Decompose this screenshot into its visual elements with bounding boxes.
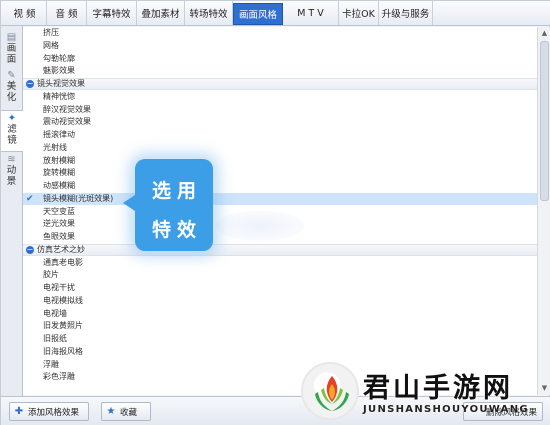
list-item-label: 放射模糊 [43, 155, 75, 165]
list-item-label: 魅影效果 [43, 66, 75, 76]
highlight-glow [215, 211, 305, 241]
side-tab-label: 动景 [6, 165, 17, 187]
wand-icon: ✎ [7, 70, 16, 81]
list-item-label: 旧报纸 [43, 334, 67, 343]
list-item[interactable]: 旧发黄照片 [23, 320, 537, 332]
list-item-label: 震动视觉效果 [43, 117, 91, 127]
effects-panel: 视 频 音 频 字幕特效 叠加素材 转场特效 画面风格 M T V 卡拉OK 升… [0, 0, 550, 425]
vertical-scrollbar[interactable]: ▲ ▼ [537, 27, 550, 395]
favorite-icon: ★ [106, 406, 116, 417]
side-tab-label: 画面 [6, 43, 17, 65]
tab-subtitle-effects[interactable]: 字幕特效 [87, 1, 137, 25]
list-item-label: 通真老电影 [43, 257, 83, 267]
tab-overlay-material[interactable]: 叠加素材 [137, 1, 185, 25]
side-tab-label: 滤镜 [7, 124, 17, 146]
list-item[interactable]: 震动视觉效果 [23, 116, 537, 128]
list-item-label: 电视干扰 [43, 283, 75, 292]
list-item[interactable]: 胶片 [23, 269, 537, 281]
list-item[interactable]: 放射模糊 [23, 155, 537, 167]
tab-karaoke[interactable]: 卡拉OK [339, 1, 379, 25]
list-item-label: 仿真艺术之妙 [37, 244, 85, 254]
list-item-label: 光射线 [43, 142, 67, 152]
tab-video[interactable]: 视 频 [3, 1, 47, 25]
side-tab-label: 美化 [6, 81, 17, 103]
callout-bubble: 选用 特效 [123, 159, 213, 251]
checkmark-icon: ✔ [26, 193, 34, 204]
list-item-label: 精神恍惚 [43, 91, 75, 101]
watermark: 君山手游网 JUNSHANSHOUYOUWANG [297, 356, 550, 425]
tab-audio[interactable]: 音 频 [47, 1, 87, 25]
list-item-label: 镜头模糊(光斑效果) [43, 193, 114, 203]
list-item[interactable]: 通真老电影 [23, 257, 537, 269]
wave-icon: ≋ [7, 154, 16, 165]
top-tab-bar: 视 频 音 频 字幕特效 叠加素材 转场特效 画面风格 M T V 卡拉OK 升… [1, 1, 550, 26]
list-item-label: 彩色浮雕 [43, 372, 75, 382]
list-item[interactable]: 旧报纸 [23, 333, 537, 345]
watermark-title: 君山手游网 [363, 373, 513, 404]
tab-mtv[interactable]: M T V [283, 1, 339, 25]
side-tab-filter[interactable]: ✦ 滤镜 [1, 110, 23, 152]
add-style-effect-label: 添加风格效果 [28, 407, 80, 418]
list-item-label: 旧海报风格 [43, 346, 83, 356]
magic-wand-icon: ✦ [7, 113, 17, 124]
side-tab-motion[interactable]: ≋ 动景 [1, 154, 22, 187]
list-item[interactable]: 电视墙 [23, 308, 537, 320]
add-effect-icon: ✚ [14, 406, 24, 417]
callout-line-1: 选用 [151, 180, 202, 202]
scroll-thumb[interactable] [540, 41, 549, 201]
favorite-label: 收藏 [120, 407, 138, 418]
list-item-label: 胶片 [43, 270, 59, 280]
side-tab-picture[interactable]: ▤ 画面 [1, 32, 22, 65]
collapse-icon[interactable]: − [26, 245, 34, 254]
list-item-label: 逆光效果 [43, 219, 75, 229]
grid-icon: ▤ [6, 32, 17, 43]
list-item-selected[interactable]: ✔ 镜头模糊(光斑效果) [23, 192, 537, 205]
watermark-url: JUNSHANSHOUYOUWANG [363, 404, 529, 415]
side-tab-beautify[interactable]: ✎ 美化 [1, 70, 22, 103]
list-item-label: 摇滚律动 [43, 130, 75, 139]
tab-upgrade-service[interactable]: 升级与服务 [379, 1, 433, 25]
list-item-label: 动感模糊 [43, 181, 75, 190]
list-item[interactable]: 摇滚律动 [23, 129, 537, 141]
collapse-icon[interactable]: − [26, 80, 34, 88]
list-item[interactable]: 旋转模糊 [23, 167, 537, 179]
side-tab-bar: ▤ 画面 ✎ 美化 ✦ 滤镜 ≋ 动景 [1, 26, 23, 396]
list-item[interactable]: 勾勒轮廓 [23, 53, 537, 65]
list-item-label: 天空变蓝 [43, 206, 75, 216]
tab-transition-effects[interactable]: 转场特效 [185, 1, 233, 25]
scroll-up-icon[interactable]: ▲ [540, 29, 549, 38]
list-item-label: 旋转模糊 [43, 168, 75, 178]
effect-list: 挤压 网格 勾勒轮廓 魅影效果 − 镜头视觉效果 精神恍惚 醉汉视觉效果 震动视觉效果 摇滚律动光… [23, 27, 537, 395]
add-style-effect-button[interactable]: ✚ 添加风格效果 [9, 402, 89, 421]
list-item-label: 电视墙 [43, 308, 67, 318]
list-item-label: 勾勒轮廓 [43, 53, 75, 63]
list-item[interactable]: 魅影效果 [23, 65, 537, 77]
list-item[interactable]: 挤压 [23, 27, 537, 39]
list-item[interactable]: 网格 [23, 40, 537, 52]
list-item-label: 浮雕 [43, 359, 59, 369]
tab-picture-style[interactable]: 画面风格 [233, 3, 283, 25]
favorite-button[interactable]: ★ 收藏 [101, 402, 151, 421]
list-item-label: 醉汉视觉效果 [43, 104, 91, 114]
list-item-label: 镜头视觉效果 [37, 79, 85, 88]
callout-line-2: 特效 [151, 219, 202, 241]
list-item-label: 鱼眼效果 [43, 232, 75, 241]
list-item-label: 挤压 [43, 28, 59, 37]
list-item[interactable]: 电视模拟线 [23, 295, 537, 307]
list-item[interactable]: 醉汉视觉效果 [23, 104, 537, 116]
list-item-label: 网格 [43, 40, 59, 50]
list-item-label: 旧发黄照片 [43, 321, 83, 331]
list-item[interactable]: 光射线 [23, 142, 537, 154]
category-header[interactable]: − 镜头视觉效果 [23, 78, 537, 90]
list-item-label: 电视模拟线 [43, 295, 83, 305]
watermark-logo [301, 362, 359, 420]
list-item[interactable]: 电视干扰 [23, 282, 537, 294]
list-item[interactable]: 精神恍惚 [23, 91, 537, 103]
list-item[interactable]: 动感模糊 [23, 180, 537, 192]
category-header[interactable]: − 仿真艺术之妙 [23, 243, 537, 256]
